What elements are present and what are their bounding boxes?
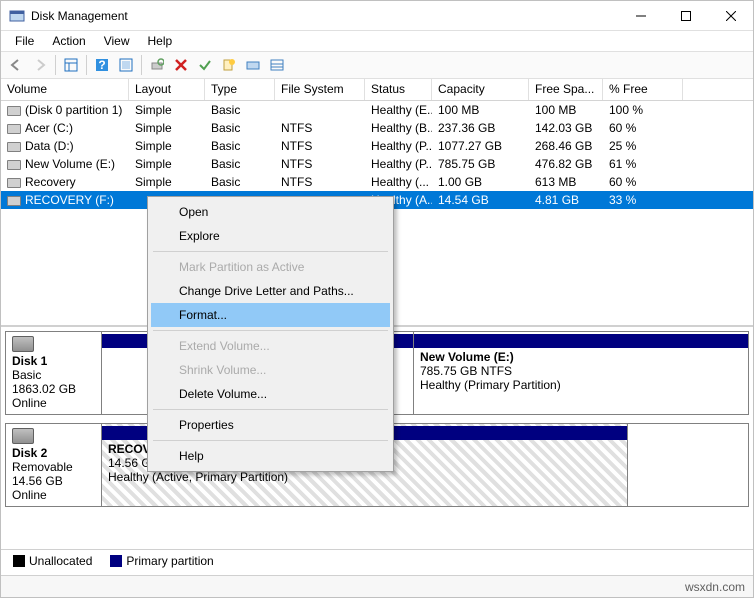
ctx-help[interactable]: Help <box>151 444 390 468</box>
col-filesystem[interactable]: File System <box>275 79 365 100</box>
statusbar: wsxdn.com <box>1 575 753 597</box>
disk-info: Disk 2Removable14.56 GBOnline <box>6 424 102 506</box>
volume-row[interactable]: RecoverySimpleBasicNTFSHealthy (...1.00 … <box>1 173 753 191</box>
volume-row[interactable]: Acer (C:)SimpleBasicNTFSHealthy (B...237… <box>1 119 753 137</box>
disk-icon[interactable] <box>242 54 264 76</box>
titlebar: Disk Management <box>1 1 753 31</box>
ctx-delete-volume[interactable]: Delete Volume... <box>151 382 390 406</box>
forward-button[interactable] <box>29 54 51 76</box>
menu-view[interactable]: View <box>96 32 138 50</box>
svg-text:?: ? <box>98 58 105 72</box>
volume-row[interactable]: (Disk 0 partition 1)SimpleBasicHealthy (… <box>1 101 753 119</box>
volumes-header[interactable]: Volume Layout Type File System Status Ca… <box>1 79 753 101</box>
window-title: Disk Management <box>31 9 618 23</box>
new-icon[interactable] <box>218 54 240 76</box>
ctx-change-drive-letter[interactable]: Change Drive Letter and Paths... <box>151 279 390 303</box>
drive-icon <box>7 160 21 170</box>
drive-icon <box>7 124 21 134</box>
legend-primary-swatch <box>110 555 122 567</box>
ctx-explore[interactable]: Explore <box>151 224 390 248</box>
col-layout[interactable]: Layout <box>129 79 205 100</box>
menu-help[interactable]: Help <box>140 32 181 50</box>
col-freespace[interactable]: Free Spa... <box>529 79 603 100</box>
ctx-format[interactable]: Format... <box>151 303 390 327</box>
settings-icon[interactable] <box>115 54 137 76</box>
minimize-button[interactable] <box>618 1 663 30</box>
help-icon[interactable]: ? <box>91 54 113 76</box>
maximize-button[interactable] <box>663 1 708 30</box>
ctx-open[interactable]: Open <box>151 200 390 224</box>
partition[interactable]: New Volume (E:)785.75 GB NTFSHealthy (Pr… <box>414 332 748 414</box>
app-icon <box>9 8 25 24</box>
menu-action[interactable]: Action <box>44 32 93 50</box>
col-status[interactable]: Status <box>365 79 432 100</box>
close-button[interactable] <box>708 1 753 30</box>
context-menu: Open Explore Mark Partition as Active Ch… <box>147 196 394 472</box>
ctx-properties[interactable]: Properties <box>151 413 390 437</box>
check-icon[interactable] <box>194 54 216 76</box>
list-icon[interactable] <box>266 54 288 76</box>
toolbar: ? <box>1 51 753 79</box>
refresh-icon[interactable] <box>146 54 168 76</box>
drive-icon <box>7 142 21 152</box>
delete-icon[interactable] <box>170 54 192 76</box>
volume-row[interactable]: Data (D:)SimpleBasicNTFSHealthy (P...107… <box>1 137 753 155</box>
col-capacity[interactable]: Capacity <box>432 79 529 100</box>
ctx-shrink-volume: Shrink Volume... <box>151 358 390 382</box>
disk-icon <box>12 336 34 352</box>
col-type[interactable]: Type <box>205 79 275 100</box>
partition-gap <box>628 424 748 506</box>
drive-icon <box>7 196 21 206</box>
view-icon[interactable] <box>60 54 82 76</box>
ctx-extend-volume: Extend Volume... <box>151 334 390 358</box>
disk-info: Disk 1Basic1863.02 GBOnline <box>6 332 102 414</box>
menubar: File Action View Help <box>1 31 753 51</box>
statusbar-text: wsxdn.com <box>685 580 745 594</box>
volume-row[interactable]: New Volume (E:)SimpleBasicNTFSHealthy (P… <box>1 155 753 173</box>
drive-icon <box>7 106 21 116</box>
menu-file[interactable]: File <box>7 32 42 50</box>
legend: Unallocated Primary partition <box>1 549 753 571</box>
ctx-mark-active: Mark Partition as Active <box>151 255 390 279</box>
drive-icon <box>7 178 21 188</box>
back-button[interactable] <box>5 54 27 76</box>
disk-icon <box>12 428 34 444</box>
col-volume[interactable]: Volume <box>1 79 129 100</box>
col-pctfree[interactable]: % Free <box>603 79 683 100</box>
legend-unallocated-swatch <box>13 555 25 567</box>
legend-primary-label: Primary partition <box>126 554 213 568</box>
legend-unallocated-label: Unallocated <box>29 554 92 568</box>
